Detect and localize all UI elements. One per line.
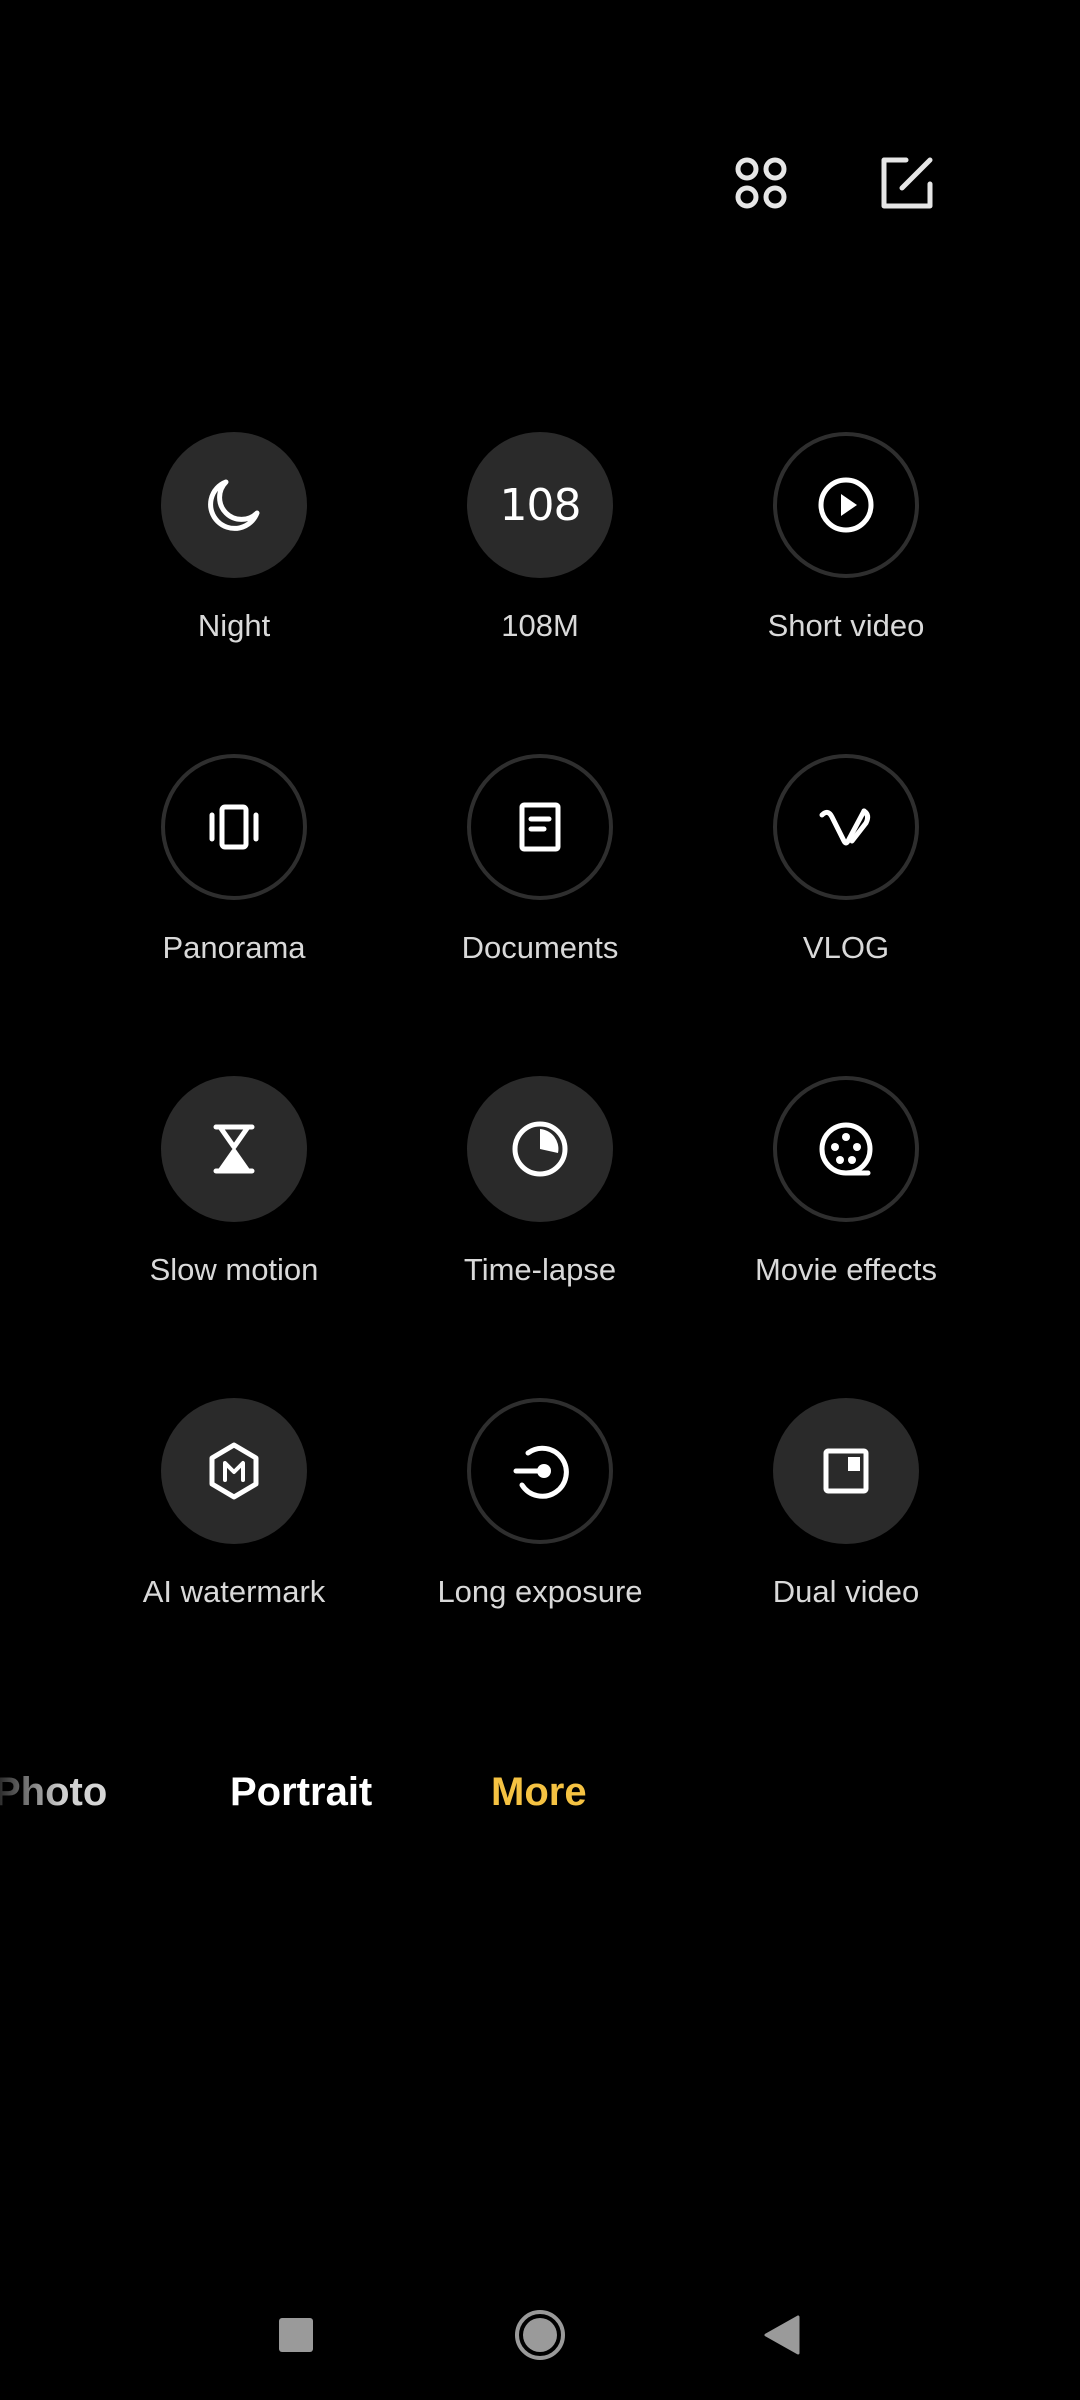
navigation-bar [0, 2290, 1080, 2380]
square-recents-icon[interactable] [256, 2295, 336, 2375]
mode-label: Documents [461, 930, 619, 965]
mode-vlog-button[interactable] [773, 754, 919, 900]
mode-label: VLOG [802, 930, 890, 965]
grid-four-circles-icon[interactable] [726, 148, 796, 218]
document-icon [519, 802, 561, 852]
mode-108m-button[interactable]: 108 [467, 432, 613, 578]
circle-home-icon[interactable] [500, 2295, 580, 2375]
mode-vlog[interactable]: VLOG [706, 754, 986, 994]
mode-108m[interactable]: 108 108M [400, 432, 680, 672]
mode-long-exposure-button[interactable] [467, 1398, 613, 1544]
play-icon [818, 477, 874, 533]
edit-pencil-icon[interactable] [872, 148, 942, 218]
mode-night[interactable]: Night [94, 432, 374, 672]
mode-time-lapse-button[interactable] [467, 1076, 613, 1222]
mode-label: Movie effects [754, 1252, 938, 1287]
triangle-back-icon[interactable] [742, 2295, 822, 2375]
mode-documents-button[interactable] [467, 754, 613, 900]
mode-documents[interactable]: Documents [400, 754, 680, 994]
mode-label: Panorama [162, 930, 306, 965]
mode-short-video-button[interactable] [773, 432, 919, 578]
mode-ai-watermark-button[interactable] [161, 1398, 307, 1544]
hourglass-icon [213, 1124, 255, 1174]
mode-label: Long exposure [437, 1574, 643, 1609]
mode-night-button[interactable] [161, 432, 307, 578]
mode-label: Short video [767, 608, 925, 643]
108-icon: 108 [499, 479, 582, 531]
moon-icon [208, 479, 260, 531]
timer-icon [512, 1121, 568, 1177]
mode-dual-video[interactable]: Dual video [706, 1398, 986, 1638]
mode-dual-video-button[interactable] [773, 1398, 919, 1544]
panorama-icon [209, 804, 259, 850]
mode-slow-motion-button[interactable] [161, 1076, 307, 1222]
hexagon-m-icon [209, 1442, 259, 1500]
tab-more[interactable]: More [491, 1770, 587, 1815]
mode-movie-effects-button[interactable] [773, 1076, 919, 1222]
mode-panorama-button[interactable] [161, 754, 307, 900]
mode-label: Time-lapse [463, 1252, 617, 1287]
mode-long-exposure[interactable]: Long exposure [400, 1398, 680, 1638]
long-exposure-icon [513, 1445, 569, 1499]
top-bar [0, 140, 1080, 230]
mode-panorama[interactable]: Panorama [94, 754, 374, 994]
mode-time-lapse[interactable]: Time-lapse [400, 1076, 680, 1316]
mode-label: Night [197, 608, 271, 643]
mode-label: 108M [501, 608, 579, 643]
mode-label: AI watermark [142, 1574, 326, 1609]
mode-movie-effects[interactable]: Movie effects [706, 1076, 986, 1316]
mode-label: Slow motion [149, 1252, 319, 1287]
tab-portrait[interactable]: Portrait [230, 1770, 372, 1815]
mode-short-video[interactable]: Short video [706, 432, 986, 672]
film-reel-icon [819, 1122, 873, 1176]
mode-tabs: Photo Portrait More [0, 1770, 1080, 1840]
dual-video-icon [823, 1448, 869, 1494]
mode-ai-watermark[interactable]: AI watermark [94, 1398, 374, 1638]
tab-photo[interactable]: Photo [0, 1770, 107, 1815]
vlog-icon [819, 808, 871, 846]
mode-slow-motion[interactable]: Slow motion [94, 1076, 374, 1316]
mode-label: Dual video [772, 1574, 920, 1609]
